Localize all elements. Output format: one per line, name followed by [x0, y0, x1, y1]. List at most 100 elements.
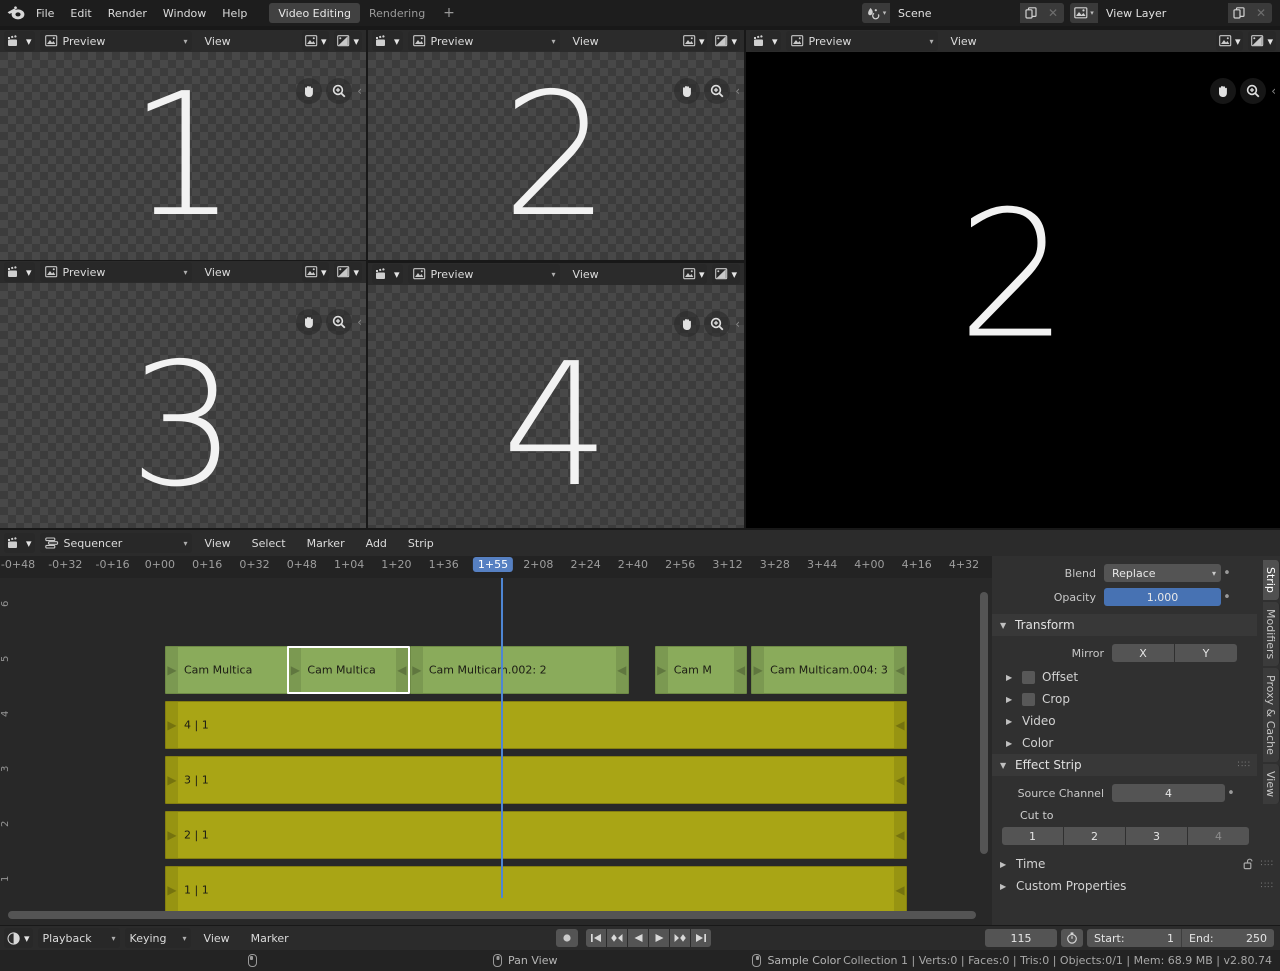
strip-handle-left-icon[interactable]: ▶ — [167, 774, 176, 786]
jump-to-start-icon[interactable] — [586, 929, 606, 947]
start-frame-field[interactable]: Start: 1 — [1087, 929, 1182, 947]
source-channel-animate-dot[interactable]: • — [1225, 787, 1237, 800]
strip-properties-panel[interactable]: Blend Replace ▾ • Opacity 1.000 • ▼ Tran… — [992, 556, 1280, 925]
scene-selector[interactable]: ▾ Scene ✕ — [862, 3, 1064, 23]
strip-right-handle[interactable]: ◀ — [894, 647, 906, 693]
editor-type-selector-2[interactable]: ▾ — [372, 31, 403, 51]
editor-type-selector-timeline[interactable]: ▾ — [4, 928, 33, 948]
preview-1-view-menu[interactable]: View — [197, 30, 239, 52]
strip-handle-left-icon[interactable]: ▶ — [412, 664, 421, 676]
preview-channel-selector-1[interactable]: ▾ — [302, 31, 330, 51]
menu-edit[interactable]: Edit — [62, 2, 99, 24]
preview-1-canvas[interactable]: 1 ‹ — [0, 52, 366, 260]
jump-to-end-icon[interactable] — [691, 929, 711, 947]
chevron-left-icon[interactable]: ‹ — [735, 317, 740, 331]
frame-range-group[interactable]: Start: 1 End: 250 — [1087, 929, 1274, 947]
tab-view[interactable]: View — [1263, 764, 1280, 804]
vertical-scrollbar[interactable] — [980, 592, 988, 854]
strip-handle-left-icon[interactable]: ▶ — [167, 884, 176, 896]
display-mode-dropdown-1[interactable]: Preview ▾ — [40, 31, 192, 51]
playhead[interactable] — [501, 578, 503, 898]
cut-to-4-button[interactable]: 4 — [1188, 827, 1249, 845]
preview-2-canvas[interactable]: 2 ‹ — [368, 52, 744, 260]
display-mode-dropdown-2[interactable]: Preview ▾ — [408, 31, 560, 51]
new-scene-button[interactable] — [1020, 3, 1042, 23]
play-icon[interactable] — [649, 929, 669, 947]
source-channel-field[interactable]: 4 — [1112, 784, 1225, 802]
chevron-left-icon[interactable]: ‹ — [357, 84, 362, 98]
strip-handle-right-icon[interactable]: ◀ — [397, 664, 406, 676]
strip-left-handle[interactable]: ▶ — [411, 647, 423, 693]
sequencer-strip[interactable]: ▶1 | 1◀ — [165, 866, 907, 914]
cut-to-2-button[interactable]: 2 — [1064, 827, 1125, 845]
preview-channel-selector-2[interactable]: ▾ — [680, 31, 708, 51]
timeline-menu-view[interactable]: View — [196, 927, 238, 949]
blend-animate-dot[interactable]: • — [1221, 567, 1233, 580]
current-frame-indicator[interactable]: 1+55 — [473, 557, 513, 572]
chevron-left-icon[interactable]: ‹ — [357, 315, 362, 329]
opacity-animate-dot[interactable]: • — [1221, 591, 1233, 604]
record-keyframe-icon[interactable] — [556, 929, 578, 947]
strip-handle-right-icon[interactable]: ◀ — [895, 884, 904, 896]
strip-left-handle[interactable]: ▶ — [166, 867, 178, 913]
proxy-selector-1[interactable]: ▾ — [334, 31, 362, 51]
view-layer-name[interactable]: View Layer — [1098, 3, 1228, 23]
strip-left-handle[interactable]: ▶ — [166, 812, 178, 858]
preview-4-view-menu[interactable]: View — [565, 263, 607, 285]
pan-hand-icon[interactable] — [674, 78, 700, 104]
proxy-selector-2[interactable]: ▾ — [712, 31, 740, 51]
jump-to-next-keyframe-icon[interactable] — [670, 929, 690, 947]
blender-logo-icon[interactable] — [4, 2, 28, 24]
panel-transform[interactable]: ▼ Transform — [992, 614, 1257, 636]
sequencer-strip[interactable]: ▶Cam Multicam.002: 2◀ — [410, 646, 629, 694]
strip-handle-left-icon[interactable]: ▶ — [754, 664, 763, 676]
preview-2-view-menu[interactable]: View — [565, 30, 607, 52]
zoom-magnifier-icon[interactable] — [1240, 78, 1266, 104]
add-workspace-button[interactable]: + — [434, 3, 464, 23]
sequencer-menu-strip[interactable]: Strip — [400, 532, 442, 554]
proxy-selector-main[interactable]: ▾ — [1248, 31, 1276, 51]
strip-handle-right-icon[interactable]: ◀ — [895, 829, 904, 841]
sequencer-strip[interactable]: ▶Cam Multica◀ — [287, 646, 409, 694]
proxy-selector-3[interactable]: ▾ — [334, 262, 362, 282]
mirror-x-button[interactable]: X — [1112, 644, 1174, 662]
editor-type-selector-main[interactable]: ▾ — [750, 31, 781, 51]
display-mode-dropdown-main[interactable]: Preview ▾ — [786, 31, 938, 51]
use-preview-range-icon[interactable] — [1061, 929, 1083, 947]
strip-handle-left-icon[interactable]: ▶ — [167, 829, 176, 841]
sequencer-ruler[interactable]: -0+48-0+32-0+160+000+160+320+481+041+201… — [0, 556, 992, 578]
preview-main-canvas[interactable]: 2 ‹ — [746, 52, 1280, 528]
preview-main-view-menu[interactable]: View — [943, 30, 985, 52]
tab-modifiers[interactable]: Modifiers — [1263, 602, 1280, 666]
strip-handle-left-icon[interactable]: ▶ — [167, 719, 176, 731]
horizontal-scrollbar[interactable] — [8, 911, 976, 919]
cut-to-1-button[interactable]: 1 — [1002, 827, 1063, 845]
strip-left-handle[interactable]: ▶ — [656, 647, 668, 693]
preview-channel-selector-main[interactable]: ▾ — [1216, 31, 1244, 51]
pan-hand-icon[interactable] — [296, 309, 322, 335]
unlink-scene-button[interactable]: ✕ — [1042, 3, 1064, 23]
pan-hand-icon[interactable] — [296, 78, 322, 104]
strip-right-handle[interactable]: ◀ — [894, 812, 906, 858]
preview-3-view-menu[interactable]: View — [197, 261, 239, 283]
strip-handle-left-icon[interactable]: ▶ — [167, 664, 176, 676]
workspace-tab-rendering[interactable]: Rendering — [360, 3, 434, 23]
mirror-y-button[interactable]: Y — [1175, 644, 1237, 662]
menu-render[interactable]: Render — [100, 2, 155, 24]
editor-type-selector-sequencer[interactable]: ▾ — [4, 533, 35, 553]
sequencer-menu-marker[interactable]: Marker — [299, 532, 353, 554]
playback-dropdown[interactable]: Playback ▾ — [38, 928, 120, 948]
sequencer-strip[interactable]: ▶Cam M◀ — [655, 646, 748, 694]
strip-right-handle[interactable]: ◀ — [894, 867, 906, 913]
scene-name[interactable]: Scene — [890, 3, 1020, 23]
menu-file[interactable]: File — [28, 2, 62, 24]
tab-strip[interactable]: Strip — [1263, 560, 1280, 600]
panel-custom-properties[interactable]: ▶ Custom Properties ∷∷ — [992, 875, 1280, 897]
sequencer-menu-add[interactable]: Add — [358, 532, 395, 554]
strip-handle-left-icon[interactable]: ▶ — [657, 664, 666, 676]
preview-3-canvas[interactable]: 3 ‹ — [0, 283, 366, 528]
strip-handle-left-icon[interactable]: ▶ — [291, 664, 300, 676]
strip-handle-right-icon[interactable]: ◀ — [895, 774, 904, 786]
chevron-left-icon[interactable]: ‹ — [735, 84, 740, 98]
strip-right-handle[interactable]: ◀ — [894, 757, 906, 803]
